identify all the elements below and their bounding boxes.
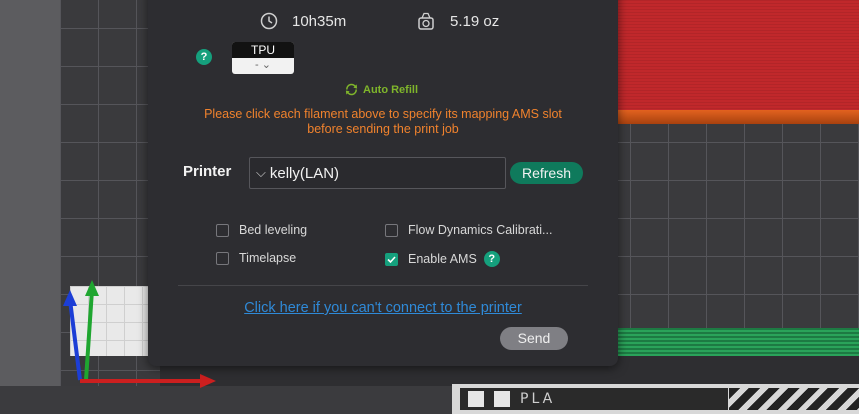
- flow-dynamics-option[interactable]: Flow Dynamics Calibrati...: [385, 223, 552, 237]
- flow-dynamics-label: Flow Dynamics Calibrati...: [408, 223, 553, 237]
- printer-select-value: kelly(LAN): [269, 164, 340, 182]
- refresh-button[interactable]: Refresh: [510, 162, 583, 184]
- flow-dynamics-checkbox[interactable]: [385, 223, 398, 237]
- auto-refill-label: Auto Refill: [363, 83, 418, 96]
- bed-leveling-option[interactable]: Bed leveling: [216, 223, 307, 237]
- chevron-down-icon: ⌄: [261, 59, 271, 71]
- help-icon[interactable]: ?: [196, 49, 212, 65]
- plate-qr-icon: [494, 391, 510, 407]
- plate-filament-label: PLA: [520, 391, 556, 407]
- scale-icon: [418, 12, 434, 30]
- printer-label: Printer: [183, 163, 232, 180]
- timelapse-option[interactable]: Timelapse: [216, 251, 296, 265]
- enable-ams-checkbox[interactable]: [385, 252, 398, 266]
- plate-label-inner: PLA: [460, 388, 728, 410]
- enable-ams-label: Enable AMS: [408, 252, 477, 266]
- connection-help-link[interactable]: Click here if you can't connect to the p…: [148, 300, 618, 316]
- filament-slot-tpu[interactable]: TPU - ⌄: [232, 42, 294, 74]
- filament-slot-value: -: [255, 59, 259, 71]
- z-axis-arrow: [63, 290, 82, 381]
- bed-leveling-checkbox[interactable]: [216, 223, 229, 237]
- y-axis-arrow: [84, 280, 99, 381]
- mapping-warning-line-1: Please click each filament above to spec…: [204, 107, 562, 121]
- timelapse-checkbox[interactable]: [216, 251, 229, 265]
- auto-refill-icon: [345, 83, 358, 96]
- print-weight: 5.19 oz: [416, 12, 499, 30]
- printer-select[interactable]: ⌵ kelly(LAN): [249, 157, 506, 189]
- print-weight-value: 5.19 oz: [450, 12, 500, 30]
- divider: [178, 285, 588, 286]
- auto-refill[interactable]: Auto Refill: [344, 82, 418, 97]
- print-time: 10h35m: [260, 12, 346, 30]
- plate-logo-icon: [468, 391, 484, 407]
- clock-icon: [260, 12, 278, 30]
- filament-ams-slot: - ⌄: [232, 58, 294, 73]
- chevron-down-icon: ⌵: [256, 165, 266, 180]
- plate-stripes: [729, 388, 859, 410]
- bed-leveling-label: Bed leveling: [239, 223, 308, 237]
- send-print-dialog: 10h35m 5.19 oz ? TPU - ⌄ Auto Refill Ple…: [148, 0, 618, 366]
- mapping-warning: Please click each filament above to spec…: [148, 107, 618, 137]
- plate-label: PLA: [452, 384, 859, 414]
- check-icon: [387, 255, 396, 263]
- help-icon[interactable]: ?: [483, 251, 500, 267]
- x-axis-arrow: [80, 374, 216, 388]
- mapping-warning-line-2: before sending the print job: [307, 122, 459, 136]
- filament-type: TPU: [232, 42, 294, 58]
- enable-ams-option[interactable]: Enable AMS ?: [385, 251, 500, 267]
- send-button[interactable]: Send: [500, 327, 568, 350]
- timelapse-label: Timelapse: [239, 251, 297, 265]
- print-time-value: 10h35m: [292, 12, 347, 30]
